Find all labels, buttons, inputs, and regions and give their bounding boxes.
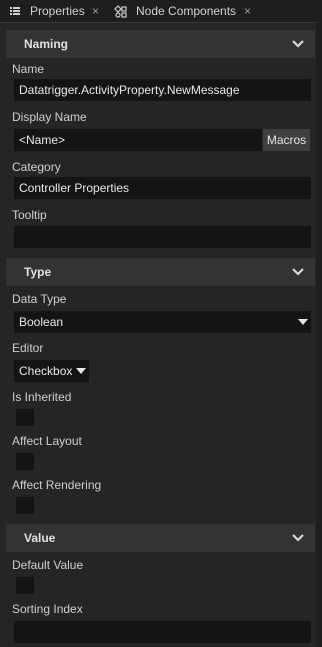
section-header-value[interactable]: Value	[6, 524, 315, 552]
tab-bar: Properties × Node Components ×	[0, 0, 322, 23]
tooltip-field[interactable]	[14, 226, 311, 248]
default-value-label: Default Value	[12, 558, 84, 572]
macros-button[interactable]: Macros	[263, 129, 310, 151]
section-header-naming[interactable]: Naming	[6, 30, 315, 58]
affect-layout-checkbox[interactable]	[16, 453, 34, 470]
list-icon	[10, 7, 20, 15]
sorting-index-label: Sorting Index	[12, 602, 83, 616]
chevron-down-icon	[292, 534, 304, 542]
sorting-index-field[interactable]	[14, 621, 311, 643]
affect-rendering-checkbox[interactable]	[16, 497, 34, 514]
data-type-value: Boolean	[19, 315, 64, 329]
close-icon[interactable]: ×	[92, 0, 99, 22]
editor-label: Editor	[12, 341, 44, 355]
data-type-label: Data Type	[12, 292, 67, 306]
category-field[interactable]: Controller Properties	[14, 177, 311, 199]
chevron-down-icon	[292, 268, 304, 276]
tab-properties-label: Properties	[30, 4, 85, 18]
affect-layout-label: Affect Layout	[12, 434, 82, 448]
section-title: Value	[24, 531, 56, 545]
is-inherited-checkbox[interactable]	[16, 409, 34, 426]
section-title: Type	[24, 265, 52, 279]
tooltip-label: Tooltip	[12, 208, 47, 222]
scrollbar-track[interactable]	[316, 22, 322, 647]
close-icon[interactable]: ×	[244, 0, 251, 22]
affect-rendering-label: Affect Rendering	[12, 478, 102, 492]
components-icon	[114, 5, 127, 18]
default-value-checkbox[interactable]	[16, 577, 34, 594]
chevron-down-icon	[292, 40, 304, 48]
dropdown-arrow-icon[interactable]	[298, 319, 308, 325]
category-label: Category	[12, 160, 61, 174]
name-label: Name	[12, 62, 45, 76]
section-header-type[interactable]: Type	[6, 258, 315, 286]
is-inherited-label: Is Inherited	[12, 390, 72, 404]
tab-properties[interactable]: Properties ×	[8, 0, 108, 22]
name-field[interactable]: Datatrigger.ActivityProperty.NewMessage	[14, 79, 311, 101]
tab-node-components[interactable]: Node Components ×	[114, 0, 254, 22]
dropdown-arrow-icon[interactable]	[76, 368, 86, 374]
display-name-label: Display Name	[12, 110, 87, 124]
data-type-dropdown[interactable]: Boolean	[14, 311, 311, 333]
tab-node-components-label: Node Components	[136, 4, 237, 18]
editor-value: Checkbox	[19, 364, 73, 378]
section-title: Naming	[24, 37, 69, 51]
display-name-field[interactable]: <Name>	[14, 129, 262, 151]
